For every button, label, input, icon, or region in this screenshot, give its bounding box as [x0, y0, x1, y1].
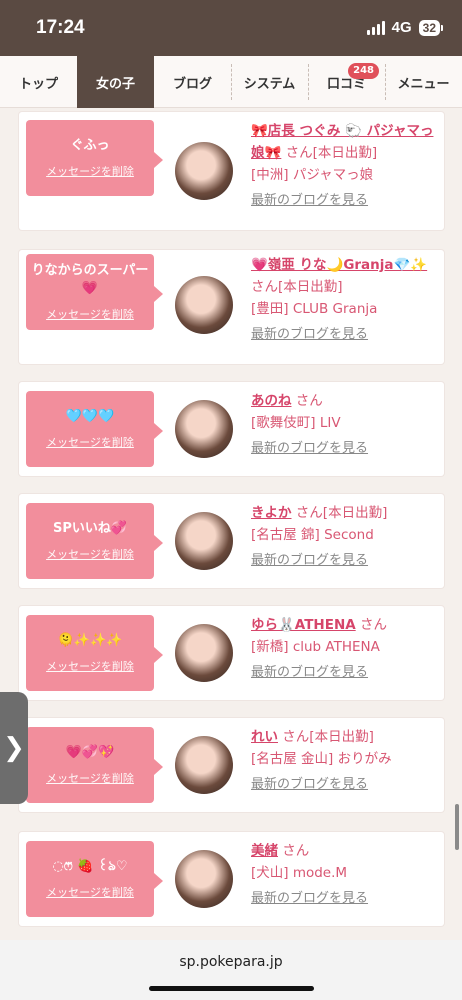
latest-blog-link[interactable]: 最新のブログを見る [251, 774, 436, 796]
girl-info: 🎀店長 つぐみ 🐑 パジャマっ娘🎀 さん[本日出勤] [中洲] パジャマっ娘 最… [251, 120, 436, 212]
delete-message-link[interactable]: メッセージを削除 [46, 770, 134, 786]
latest-blog-link[interactable]: 最新のブログを見る [251, 662, 436, 684]
avatar[interactable] [175, 400, 233, 458]
tab-blog[interactable]: ブログ [154, 56, 231, 108]
girl-name-link[interactable]: れい [251, 729, 278, 745]
network-type: 4G [391, 19, 412, 36]
tab-system[interactable]: システム [231, 56, 308, 108]
tab-label: 女の子 [95, 76, 135, 92]
tab-reviews[interactable]: 口コミ 248 [308, 56, 385, 108]
chevron-right-icon: ❯ [3, 733, 25, 763]
message-text: ◌ෆ⃛ 🍓 ꒰ঌ♡ [52, 859, 128, 874]
tab-label: トップ [18, 76, 58, 92]
tab-girls[interactable]: 女の子 [77, 56, 154, 108]
delete-message-link[interactable]: メッセージを削除 [46, 884, 134, 900]
delete-message-link[interactable]: メッセージを削除 [46, 658, 134, 674]
tab-top[interactable]: トップ [0, 56, 77, 108]
scrollbar[interactable] [455, 804, 459, 850]
shop-area: [犬山] mode.M [251, 865, 348, 881]
shop-area: [名古屋 金山] おりがみ [251, 751, 392, 767]
latest-blog-link[interactable]: 最新のブログを見る [251, 324, 436, 346]
home-indicator[interactable] [149, 986, 314, 991]
girl-suffix: さん [359, 617, 387, 633]
message-text: 💗💞💖 [65, 745, 115, 760]
list-item: りなからのスーパー💗 メッセージを削除 💗嶺亜 りな🌙Granja💎✨ さん[本… [19, 250, 444, 364]
browser-url-bar[interactable]: sp.pokepara.jp [0, 940, 462, 1000]
girl-name-link[interactable]: あのね [251, 393, 292, 409]
delete-message-link[interactable]: メッセージを削除 [46, 163, 134, 179]
message-text: ぐふっ [70, 138, 110, 153]
shop-area: [新橋] club ATHENA [251, 639, 380, 655]
message-list: ぐふっ メッセージを削除 🎀店長 つぐみ 🐑 パジャマっ娘🎀 さん[本日出勤] … [0, 108, 462, 940]
list-item: SPいいね💞 メッセージを削除 きよか さん[本日出勤] [名古屋 錦] Sec… [19, 494, 444, 588]
status-indicators: 4G 32 [366, 19, 444, 36]
girl-name-link[interactable]: 美緒 [251, 843, 278, 859]
message-text: りなからのスーパー💗 [31, 263, 149, 296]
girl-info: ゆら🐰ATHENA さん [新橋] club ATHENA 最新のブログを見る [251, 614, 436, 684]
message-bubble: 🩵🩵🩵 メッセージを削除 [26, 391, 163, 467]
shop-area: [歌舞伎町] LIV [251, 415, 341, 431]
girl-info: れい さん[本日出勤] [名古屋 金山] おりがみ 最新のブログを見る [251, 726, 436, 796]
girl-info: 美緒 さん [犬山] mode.M 最新のブログを見る [251, 840, 436, 910]
reviews-count-badge: 248 [348, 63, 379, 79]
latest-blog-link[interactable]: 最新のブログを見る [251, 190, 436, 212]
delete-message-link[interactable]: メッセージを削除 [46, 434, 134, 450]
girl-suffix: さん[本日出勤] [282, 729, 374, 745]
tab-label: ブログ [172, 76, 212, 92]
tab-menu[interactable]: メニュー [385, 56, 462, 108]
girl-suffix: さん[本日出勤] [285, 145, 378, 161]
message-bubble: りなからのスーパー💗 メッセージを削除 [26, 254, 163, 330]
girl-name-link[interactable]: 💗嶺亜 りな🌙Granja💎✨ [251, 257, 427, 273]
tab-label: メニュー [397, 76, 450, 92]
message-bubble: 🫠✨✨✨ メッセージを削除 [26, 615, 163, 691]
avatar[interactable] [175, 142, 233, 200]
girl-name-link[interactable]: ゆら🐰ATHENA [251, 617, 356, 633]
list-item: 💗💞💖 メッセージを削除 れい さん[本日出勤] [名古屋 金山] おりがみ 最… [19, 718, 444, 812]
latest-blog-link[interactable]: 最新のブログを見る [251, 550, 436, 572]
shop-area: [名古屋 錦] Second [251, 527, 374, 543]
message-bubble: SPいいね💞 メッセージを削除 [26, 503, 163, 579]
avatar[interactable] [175, 512, 233, 570]
avatar[interactable] [175, 850, 233, 908]
battery-icon: 32 [418, 19, 444, 36]
girl-suffix: さん [282, 843, 310, 859]
status-bar: 17:24 4G 32 [0, 0, 462, 56]
status-time: 17:24 [36, 17, 85, 38]
latest-blog-link[interactable]: 最新のブログを見る [251, 438, 436, 460]
message-text: SPいいね💞 [52, 521, 128, 536]
girl-suffix: さん[本日出勤] [251, 279, 343, 295]
list-item: ◌ෆ⃛ 🍓 ꒰ঌ♡ メッセージを削除 美緒 さん [犬山] mode.M 最新の… [19, 832, 444, 926]
girl-suffix: さん [295, 393, 323, 409]
message-bubble: ぐふっ メッセージを削除 [26, 120, 163, 196]
girl-info: きよか さん[本日出勤] [名古屋 錦] Second 最新のブログを見る [251, 502, 436, 572]
girl-info: あのね さん [歌舞伎町] LIV 最新のブログを見る [251, 390, 436, 460]
latest-blog-link[interactable]: 最新のブログを見る [251, 888, 436, 910]
list-item: 🫠✨✨✨ メッセージを削除 ゆら🐰ATHENA さん [新橋] club ATH… [19, 606, 444, 700]
main-nav: トップ 女の子 ブログ システム 口コミ 248 メニュー [0, 56, 462, 108]
shop-area: [豊田] CLUB Granja [251, 301, 378, 317]
avatar[interactable] [175, 624, 233, 682]
girl-name-link[interactable]: きよか [251, 505, 292, 521]
signal-icon [366, 20, 385, 35]
tab-label: システム [243, 76, 296, 92]
message-bubble: 💗💞💖 メッセージを削除 [26, 727, 163, 803]
message-bubble: ◌ෆ⃛ 🍓 ꒰ঌ♡ メッセージを削除 [26, 841, 163, 917]
delete-message-link[interactable]: メッセージを削除 [46, 546, 134, 562]
avatar[interactable] [175, 736, 233, 794]
side-drawer-toggle[interactable]: ❯ [0, 692, 28, 804]
list-item: 🩵🩵🩵 メッセージを削除 あのね さん [歌舞伎町] LIV 最新のブログを見る [19, 382, 444, 476]
shop-area: [中洲] パジャマっ娘 [251, 167, 374, 183]
url-text: sp.pokepara.jp [179, 954, 283, 970]
message-text: 🩵🩵🩵 [65, 409, 115, 424]
delete-message-link[interactable]: メッセージを削除 [46, 306, 134, 322]
list-item: ぐふっ メッセージを削除 🎀店長 つぐみ 🐑 パジャマっ娘🎀 さん[本日出勤] … [19, 112, 444, 230]
message-text: 🫠✨✨✨ [57, 633, 123, 648]
girl-suffix: さん[本日出勤] [295, 505, 388, 521]
girl-info: 💗嶺亜 りな🌙Granja💎✨ さん[本日出勤] [豊田] CLUB Granj… [251, 254, 436, 346]
avatar[interactable] [175, 276, 233, 334]
